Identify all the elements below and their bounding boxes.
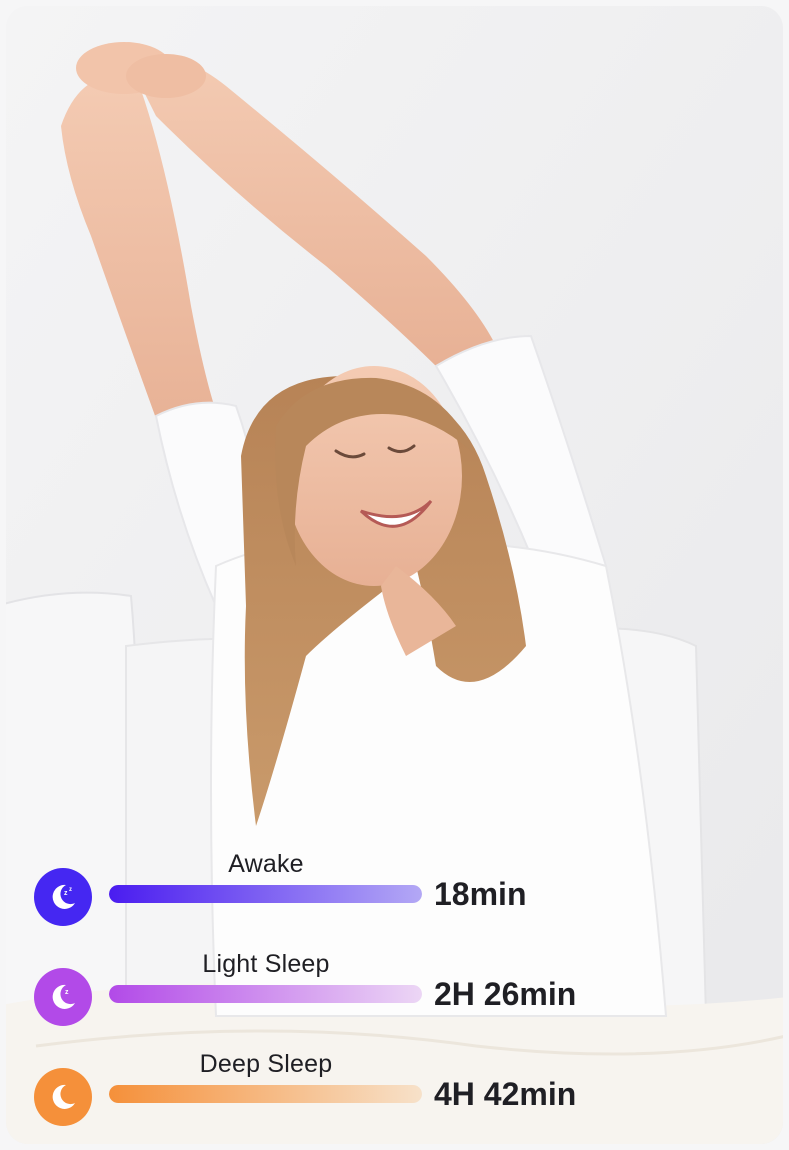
stat-value-light-sleep: 2H 26min	[434, 976, 577, 1012]
moon-zzz-icon: z z	[34, 868, 92, 926]
stat-row-deep-sleep: Deep Sleep 4H 42min	[6, 1050, 783, 1134]
stat-label-awake: Awake	[228, 850, 304, 878]
stat-label-deep-sleep: Deep Sleep	[199, 1050, 333, 1078]
moon-z-icon: z	[34, 968, 92, 1026]
stat-row-light-sleep: z Light Sleep 2H 26min	[6, 950, 783, 1034]
deep-sleep-bar	[109, 1085, 422, 1103]
sleep-stats: z z Awake 18min z Light Sleep 2H 26min D…	[6, 6, 783, 1144]
awake-bar	[109, 885, 422, 903]
stat-value-awake: 18min	[434, 876, 527, 912]
stat-value-deep-sleep: 4H 42min	[434, 1076, 577, 1112]
svg-text:z: z	[69, 887, 72, 893]
svg-text:z: z	[64, 890, 68, 897]
svg-text:z: z	[65, 989, 69, 996]
stat-row-awake: z z Awake 18min	[6, 850, 783, 934]
deep-sleep-bar-fill	[109, 1085, 422, 1103]
sleep-card: z z Awake 18min z Light Sleep 2H 26min D…	[6, 6, 783, 1144]
moon-icon	[34, 1068, 92, 1126]
light-sleep-bar	[109, 985, 422, 1003]
light-sleep-bar-fill	[109, 985, 422, 1003]
stat-label-light-sleep: Light Sleep	[202, 950, 330, 978]
awake-bar-fill	[109, 885, 422, 903]
